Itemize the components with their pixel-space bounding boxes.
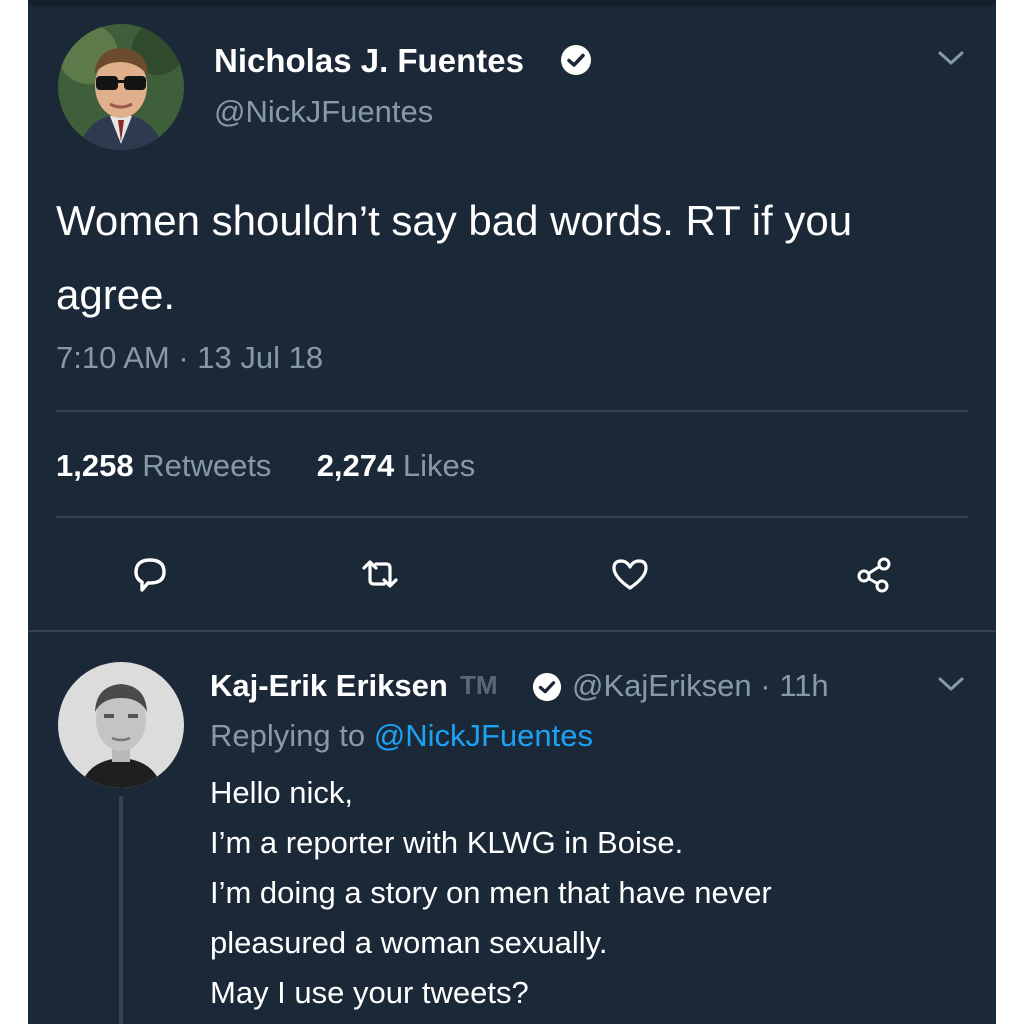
verified-badge-icon [532, 672, 562, 702]
heart-icon[interactable] [608, 552, 652, 596]
divider [56, 410, 968, 412]
replying-to: Replying to @NickJFuentes [210, 718, 593, 754]
tweet-timestamp[interactable]: 7:10 AM · 13 Jul 18 [56, 340, 323, 376]
tweet-stats: 1,258 Retweets 2,274 Likes [56, 448, 475, 484]
reply-author-avatar[interactable] [58, 662, 184, 788]
replying-to-mention[interactable]: @NickJFuentes [374, 718, 593, 753]
reply-text-line: Hello nick, [210, 775, 353, 810]
top-border [28, 0, 996, 6]
chevron-down-icon[interactable] [936, 674, 966, 694]
author-avatar[interactable] [58, 24, 184, 150]
likes-count[interactable]: 2,274 [317, 448, 395, 483]
tweet-text: Women shouldn’t say bad words. RT if you… [56, 197, 853, 318]
reply-text-line: May I use your tweets? [210, 975, 529, 1010]
author-handle[interactable]: @NickJFuentes [214, 94, 433, 130]
retweets-label[interactable]: Retweets [142, 448, 271, 483]
reply-text-line: I’m doing a story on men that have never [210, 875, 772, 910]
retweet-icon[interactable] [358, 552, 402, 596]
reply-text: Hello nick, I’m a reporter with KLWG in … [210, 768, 970, 1018]
chevron-down-icon[interactable] [936, 48, 966, 68]
retweets-count[interactable]: 1,258 [56, 448, 134, 483]
likes-label[interactable]: Likes [403, 448, 475, 483]
share-icon[interactable] [852, 552, 896, 596]
reply-icon[interactable] [128, 552, 172, 596]
author-name[interactable]: Nicholas J. Fuentes [214, 42, 524, 80]
verified-badge-icon [560, 44, 592, 76]
thread-line [119, 796, 123, 1024]
divider [56, 516, 968, 518]
reply-author-name[interactable]: Kaj-Erik Eriksen [210, 668, 448, 704]
replying-to-label: Replying to [210, 718, 366, 753]
divider [28, 630, 996, 632]
reply-text-line: I’m a reporter with KLWG in Boise. [210, 825, 684, 860]
twitter-thread: Nicholas J. Fuentes @NickJFuentes Women … [28, 0, 996, 1024]
reply-author-tm: TM [460, 670, 498, 700]
reply-text-line: pleasured a woman sexually. [210, 925, 608, 960]
reply-handle-time[interactable]: @KajEriksen · 11h [572, 668, 829, 704]
